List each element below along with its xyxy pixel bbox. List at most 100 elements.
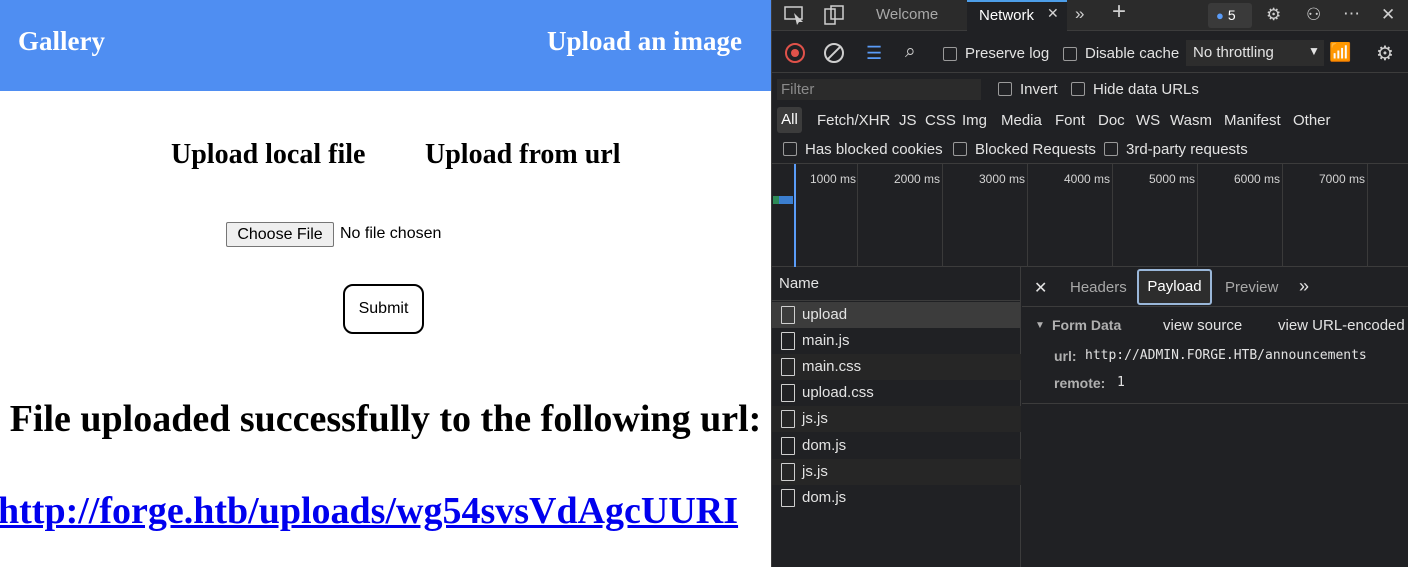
blocked-requests-checkbox[interactable] <box>953 142 967 156</box>
network-conditions-icon[interactable]: 📶 <box>1329 42 1351 63</box>
add-tab-icon[interactable]: + <box>1112 0 1126 24</box>
request-row[interactable]: main.js <box>772 328 1021 354</box>
type-filter-css[interactable]: CSS <box>925 112 956 130</box>
inspect-element-icon[interactable] <box>784 5 806 30</box>
document-icon <box>781 332 795 350</box>
customize-icon[interactable]: ⚇ <box>1306 5 1321 25</box>
timeline-tick: 6000 ms <box>1234 172 1281 186</box>
timeline-tick: 4000 ms <box>1064 172 1111 186</box>
search-icon[interactable]: ⌕ <box>905 42 916 62</box>
settings-gear-icon[interactable]: ⚙ <box>1266 5 1281 25</box>
request-row[interactable]: dom.js <box>772 433 1021 459</box>
document-icon <box>781 489 795 507</box>
blocked-requests-label: Blocked Requests <box>975 141 1096 158</box>
blocked-cookies-label: Has blocked cookies <box>805 141 943 158</box>
devtools-panel: Welcome Network ✕ » + ● 5 ⚙ ⚇ ⋯ ✕ ☰ ⌕ Pre… <box>771 0 1408 567</box>
type-filter-ws[interactable]: WS <box>1136 112 1160 130</box>
clear-icon[interactable] <box>824 43 844 63</box>
network-settings-gear-icon[interactable]: ⚙ <box>1376 41 1394 66</box>
issues-count: 5 <box>1227 7 1236 23</box>
type-filter-manifest[interactable]: Manifest <box>1224 112 1281 130</box>
navbar: Gallery Upload an image <box>0 0 771 91</box>
request-row[interactable]: dom.js <box>772 485 1021 511</box>
document-icon <box>781 410 795 428</box>
type-filter-wasm[interactable]: Wasm <box>1170 112 1212 130</box>
more-options-icon[interactable]: ⋯ <box>1343 4 1360 24</box>
web-page: Gallery Upload an image Upload local fil… <box>0 0 771 567</box>
submit-button[interactable]: Submit <box>343 284 424 334</box>
form-value-url: http://ADMIN.FORGE.HTB/announcements <box>1085 348 1367 363</box>
request-row[interactable]: js.js <box>772 406 1021 432</box>
type-filter-img[interactable]: Img <box>962 112 987 130</box>
throttling-select[interactable]: No throttling ▼ <box>1186 40 1324 66</box>
type-filter-doc[interactable]: Doc <box>1098 112 1125 130</box>
tab-preview[interactable]: Preview <box>1225 278 1278 298</box>
filter-icon[interactable]: ☰ <box>866 44 882 62</box>
type-filter-fetch-xhr[interactable]: Fetch/XHR <box>817 112 890 130</box>
request-row-upload[interactable]: upload <box>772 302 1021 328</box>
disable-cache-checkbox[interactable] <box>1063 47 1077 61</box>
close-detail-icon[interactable]: ✕ <box>1034 278 1047 298</box>
timeline-overview[interactable]: 1000 ms 2000 ms 3000 ms 4000 ms 5000 ms … <box>772 163 1408 267</box>
document-icon <box>781 306 795 324</box>
blocked-cookies-checkbox[interactable] <box>783 142 797 156</box>
tab-headers[interactable]: Headers <box>1070 278 1127 298</box>
type-filter-other[interactable]: Other <box>1293 112 1331 130</box>
chevron-down-icon: ▼ <box>1308 44 1320 58</box>
type-filter-all[interactable]: All <box>777 107 802 133</box>
request-row[interactable]: js.js <box>772 459 1021 485</box>
timeline-request-bar <box>773 196 793 204</box>
timeline-tick: 2000 ms <box>894 172 941 186</box>
triangle-down-icon[interactable]: ▼ <box>1035 320 1045 331</box>
tab-upload-from-url[interactable]: Upload from url <box>425 138 621 172</box>
preserve-log-checkbox[interactable] <box>943 47 957 61</box>
form-data-title[interactable]: Form Data <box>1052 317 1121 333</box>
document-icon <box>781 358 795 376</box>
invert-label: Invert <box>1020 81 1058 98</box>
type-filter-media[interactable]: Media <box>1001 112 1042 130</box>
issues-icon: ● <box>1216 8 1224 23</box>
close-tab-icon[interactable]: ✕ <box>1047 5 1059 22</box>
uploaded-url-link[interactable]: http://forge.htb/uploads/wg54svsVdAgcUUR… <box>0 488 738 534</box>
device-toolbar-icon[interactable] <box>823 5 845 30</box>
timeline-tick: 7000 ms <box>1319 172 1366 186</box>
request-name: upload <box>802 306 848 323</box>
invert-checkbox[interactable] <box>998 82 1012 96</box>
disable-cache-label: Disable cache <box>1085 45 1180 62</box>
request-row[interactable]: upload.css <box>772 380 1021 406</box>
close-devtools-icon[interactable]: ✕ <box>1381 5 1395 25</box>
issues-badge[interactable]: ● 5 <box>1208 3 1252 28</box>
form-value-remote: 1 <box>1117 375 1125 390</box>
record-icon[interactable] <box>785 43 805 63</box>
request-name: main.js <box>802 332 850 349</box>
success-message: File uploaded successfully to the follow… <box>9 398 762 440</box>
request-row[interactable]: main.css <box>772 354 1021 380</box>
name-column-header[interactable]: Name <box>772 267 1021 301</box>
filter-input[interactable]: Filter <box>777 79 981 100</box>
tab-welcome[interactable]: Welcome <box>876 0 938 31</box>
tab-payload[interactable]: Payload <box>1137 269 1212 305</box>
request-name: upload.css <box>802 384 874 401</box>
file-status-text: No file chosen <box>340 225 442 242</box>
timeline-cursor[interactable] <box>794 164 796 267</box>
tab-upload-local-file[interactable]: Upload local file <box>171 138 365 172</box>
throttling-value: No throttling <box>1193 44 1274 61</box>
type-filter-font[interactable]: Font <box>1055 112 1085 130</box>
form-key-url: url: <box>1054 348 1077 364</box>
more-tabs-chevron-icon[interactable]: » <box>1075 4 1084 24</box>
request-name: dom.js <box>802 489 847 506</box>
request-name: js.js <box>802 463 828 480</box>
choose-file-button[interactable]: Choose File <box>226 222 334 247</box>
nav-upload-link[interactable]: Upload an image <box>547 24 742 58</box>
view-url-encoded-link[interactable]: view URL-encoded <box>1278 317 1405 335</box>
third-party-checkbox[interactable] <box>1104 142 1118 156</box>
request-name: js.js <box>802 410 828 427</box>
more-detail-tabs-chevron-icon[interactable]: » <box>1299 276 1309 297</box>
timeline-tick: 3000 ms <box>979 172 1026 186</box>
view-source-link[interactable]: view source <box>1163 317 1242 335</box>
timeline-tick: 1000 ms <box>810 172 857 186</box>
nav-gallery-link[interactable]: Gallery <box>18 24 105 58</box>
hide-data-urls-checkbox[interactable] <box>1071 82 1085 96</box>
tab-network-label: Network <box>979 7 1035 24</box>
type-filter-js[interactable]: JS <box>899 112 917 130</box>
